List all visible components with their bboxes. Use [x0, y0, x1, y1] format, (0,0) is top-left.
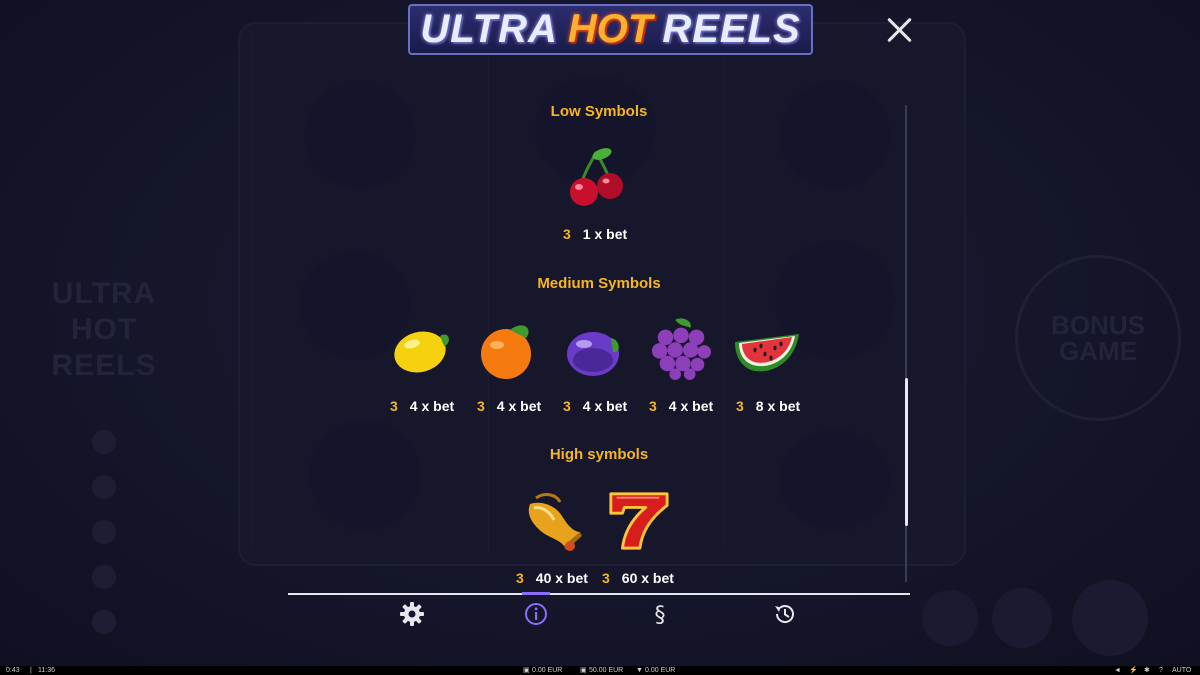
background-play-button — [992, 588, 1052, 648]
bet-value: 50.00 EUR — [589, 667, 624, 674]
payout-multiplier: 60 x bet — [621, 570, 674, 586]
background-bonus-badge: BONUS GAME — [1015, 255, 1181, 421]
logo-word-ultra: ULTRA — [420, 7, 558, 51]
payout-count: 3 — [563, 398, 571, 414]
sound-icon[interactable]: ◄ — [1114, 666, 1121, 675]
payout-count: 3 — [477, 398, 485, 414]
status-bar: 0:43 | 11:36 ▣ 0.00 EUR ▣ 50.00 EUR ▼ 0.… — [0, 666, 1200, 675]
background-bonus-line: GAME — [1059, 336, 1137, 366]
payout-count: 3 — [649, 398, 657, 414]
trophy-icon: ▼ — [636, 667, 643, 674]
payout-multiplier: 4 x bet — [409, 398, 455, 414]
status-separator: | — [30, 667, 32, 674]
game-logo: ULTRA HOT REELS — [408, 4, 813, 55]
payout-count: 3 — [390, 398, 398, 414]
logo-word-reels: REELS — [662, 7, 801, 51]
background-spin-button — [1072, 580, 1148, 656]
bell-icon — [528, 493, 582, 551]
wallet-icon: ▣ — [523, 667, 530, 674]
svg-text:§: § — [655, 603, 666, 627]
lemon-icon — [394, 331, 449, 373]
turbo-icon[interactable]: ⚡ — [1129, 666, 1138, 675]
background-bonus-line: BONUS — [1051, 310, 1145, 340]
payout-watermelon: 3 8 x bet — [736, 398, 800, 414]
rules-icon[interactable]: § — [647, 601, 673, 627]
bet-icon: ▣ — [580, 667, 587, 674]
background-close-icon — [92, 610, 116, 634]
close-button[interactable] — [886, 16, 914, 44]
background-symbol — [780, 430, 890, 530]
background-settings-icon — [92, 475, 116, 499]
plum-icon — [567, 332, 619, 376]
background-turbo-button — [922, 590, 978, 646]
payout-count: 3 — [602, 570, 610, 586]
settings-icon[interactable] — [399, 601, 425, 627]
background-logo-line: HOT — [70, 313, 138, 346]
section-title-low-symbols: Low Symbols — [550, 103, 648, 120]
help-icon[interactable]: ? — [1159, 666, 1163, 675]
payout-multiplier: 1 x bet — [582, 226, 628, 242]
history-icon[interactable] — [772, 601, 798, 627]
payout-multiplier: 40 x bet — [535, 570, 588, 586]
payout-lemon: 3 4 x bet — [390, 398, 454, 414]
cherry-icon — [570, 148, 623, 206]
background-sound-icon — [92, 430, 116, 454]
nav-active-indicator — [522, 592, 550, 595]
seven-icon — [609, 492, 669, 550]
background-game-logo: ULTRA HOT REELS — [48, 276, 160, 384]
payout-multiplier: 8 x bet — [755, 398, 801, 414]
payout-multiplier: 4 x bet — [496, 398, 542, 414]
watermelon-icon — [735, 334, 799, 372]
payout-grapes: 3 4 x bet — [649, 398, 713, 414]
payout-cherry: 3 1 x bet — [563, 226, 627, 242]
background-info-icon — [92, 565, 116, 589]
payout-count: 3 — [736, 398, 744, 414]
payout-orange: 3 4 x bet — [477, 398, 541, 414]
section-title-medium-symbols: Medium Symbols — [537, 275, 661, 292]
auto-label[interactable]: AUTO — [1172, 666, 1191, 675]
background-symbol — [305, 80, 415, 190]
background-logo-line: ULTRA — [51, 277, 157, 310]
payout-seven: 3 60 x bet — [602, 570, 674, 586]
info-icon[interactable] — [523, 601, 549, 627]
background-symbol — [310, 420, 420, 530]
session-time: 0:43 — [6, 667, 20, 674]
orange-icon — [481, 325, 531, 379]
background-rules-icon — [92, 520, 116, 544]
background-symbol — [780, 80, 890, 190]
nav-divider — [288, 593, 910, 595]
section-title-high-symbols: High symbols — [549, 446, 649, 463]
grapes-icon — [651, 318, 712, 380]
payout-count: 3 — [516, 570, 524, 586]
balance-value: 0.00 EUR — [532, 667, 563, 674]
payout-multiplier: 4 x bet — [582, 398, 628, 414]
win-value: 0.00 EUR — [645, 667, 676, 674]
payout-bell: 3 40 x bet — [516, 570, 588, 586]
payout-plum: 3 4 x bet — [563, 398, 627, 414]
payout-multiplier: 4 x bet — [668, 398, 714, 414]
payout-count: 3 — [563, 226, 571, 242]
logo-word-hot: HOT — [567, 7, 653, 51]
status-settings-icon[interactable]: ✱ — [1144, 666, 1150, 675]
clock: 11:36 — [38, 667, 55, 674]
background-logo-line: REELS — [51, 349, 157, 382]
